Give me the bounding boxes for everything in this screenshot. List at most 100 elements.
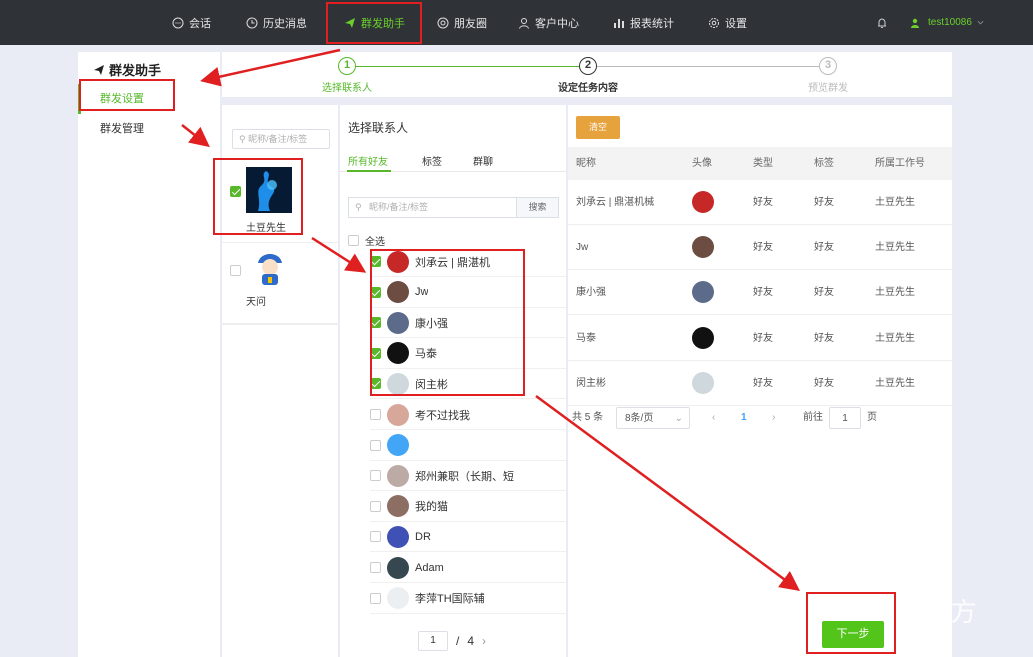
top-navigation-bar: 会话 历史消息 群发助手 朋友圈 客户中心 报表统计 设置 test10086: [0, 0, 1033, 45]
contact-avatar: [387, 495, 409, 518]
chevron-right-icon[interactable]: ›: [482, 634, 486, 648]
goto-label: 前往: [803, 412, 823, 423]
annotation-box: [370, 249, 525, 396]
cell-avatar: [692, 236, 714, 259]
cell-type: 好友: [753, 332, 773, 344]
search-icon: ⚲: [355, 202, 362, 212]
annotation-box: [326, 2, 422, 44]
contact-row[interactable]: 郑州兼职（长期、短: [370, 461, 566, 492]
contact-pagination: 1 / 4 ›: [418, 631, 486, 651]
contact-avatar: [387, 525, 409, 548]
column-owner: 所属工作号: [875, 158, 925, 169]
contact-row[interactable]: 考不过找我: [370, 400, 566, 430]
contact-checkbox[interactable]: [370, 470, 381, 482]
cell-owner: 土豆先生: [875, 242, 915, 254]
contact-name: DR: [415, 530, 431, 543]
contact-name: Adam: [415, 561, 444, 574]
chevron-left-icon[interactable]: ‹: [712, 407, 715, 429]
cell-avatar: [692, 326, 714, 349]
cell-tag: 好友: [814, 287, 834, 299]
contact-row[interactable]: [370, 431, 566, 461]
cell-tag: 好友: [814, 377, 834, 389]
nav-item-moments[interactable]: 朋友圈: [437, 0, 487, 45]
contact-avatar: [387, 403, 409, 426]
table-row: 闵主彬 好友 好友 土豆先生: [568, 361, 952, 406]
page-input[interactable]: 1: [418, 631, 448, 651]
contact-checkbox[interactable]: [370, 592, 381, 604]
nav-item-customer-center[interactable]: 客户中心: [518, 0, 579, 45]
contact-row[interactable]: 我的猫: [370, 492, 566, 522]
tab-groups[interactable]: 群聊: [473, 153, 493, 168]
tab-tags[interactable]: 标签: [422, 153, 442, 168]
contact-checkbox[interactable]: [370, 500, 381, 512]
nav-label: 设置: [725, 17, 747, 30]
contact-name: 我的猫: [415, 501, 448, 514]
tab-active-indicator: [347, 170, 391, 172]
contact-checkbox[interactable]: [370, 409, 381, 420]
step-indicator: 1 选择联系人 2 设定任务内容 3 预览群发: [222, 52, 952, 97]
cell-nickname: 马泰: [576, 332, 596, 344]
nav-label: 客户中心: [535, 17, 579, 30]
clock-icon: [246, 17, 258, 28]
user-icon: [519, 17, 529, 29]
nav-label: 历史消息: [263, 17, 307, 30]
contact-checkbox[interactable]: [370, 439, 381, 451]
step-preview: 3 预览群发: [808, 57, 848, 94]
search-button[interactable]: 搜索: [516, 197, 559, 218]
tab-all-friends[interactable]: 所有好友: [348, 153, 388, 168]
username: test10086: [928, 17, 972, 28]
selected-contacts-panel: 清空 昵称 头像 类型 标签 所属工作号 刘承云 | 鼎湛机械 好友 好友 土豆先生 J…: [568, 105, 952, 657]
select-all[interactable]: 全选: [348, 233, 385, 248]
cell-tag: 好友: [814, 197, 834, 208]
user-icon: [911, 18, 919, 28]
table-row: Jw 好友 好友 土豆先生: [568, 225, 952, 271]
contact-name: 李萍TH国际辅: [415, 593, 485, 606]
chevron-down-icon: [977, 20, 984, 25]
account-name: 天问: [246, 297, 266, 308]
select-all-checkbox[interactable]: [348, 235, 359, 246]
nav-item-settings[interactable]: 设置: [708, 0, 747, 45]
table-header: 昵称 头像 类型 标签 所属工作号: [568, 147, 952, 180]
table-row: 刘承云 | 鼎湛机械 好友 好友 土豆先生: [568, 180, 952, 225]
nav-item-history[interactable]: 历史消息: [246, 0, 307, 45]
moments-icon: [437, 17, 449, 28]
contact-row[interactable]: Adam: [370, 553, 566, 583]
nav-item-reports[interactable]: 报表统计: [613, 0, 674, 45]
cell-tag: 好友: [814, 332, 834, 344]
contact-checkbox[interactable]: [370, 562, 381, 573]
account-card[interactable]: 天问: [222, 245, 338, 325]
clear-button[interactable]: 清空: [576, 116, 620, 139]
account-checkbox[interactable]: [230, 265, 241, 276]
bar-chart-icon: [614, 18, 624, 28]
cell-avatar: [692, 371, 714, 394]
nav-item-chat[interactable]: 会话: [172, 0, 211, 45]
annotation-box: [806, 592, 896, 654]
divider: [222, 323, 338, 324]
nav-label: 报表统计: [630, 17, 674, 30]
contact-checkbox[interactable]: [370, 531, 381, 543]
sidebar-item-mass-send-management[interactable]: 群发管理: [78, 114, 220, 144]
account-search-input[interactable]: ⚲ 昵称/备注/标签: [232, 129, 330, 149]
cell-owner: 土豆先生: [875, 287, 915, 299]
contact-row[interactable]: DR: [370, 522, 566, 553]
search-icon: ⚲: [239, 134, 246, 144]
notification-bell[interactable]: [876, 0, 888, 45]
cell-owner: 土豆先生: [875, 377, 915, 389]
annotation-box: [79, 79, 175, 111]
sidebar-title: 群发助手: [93, 60, 161, 79]
annotation-box: [213, 158, 303, 235]
contact-picker-title: 选择联系人: [348, 121, 409, 135]
cell-nickname: 闵主彬: [576, 377, 606, 389]
column-tag: 标签: [814, 158, 834, 169]
step-select-contacts: 1 选择联系人: [322, 57, 372, 94]
page-number[interactable]: 1: [741, 407, 747, 429]
user-menu[interactable]: test10086: [910, 0, 985, 45]
contact-avatar: [387, 556, 409, 579]
nav-label: 会话: [189, 17, 211, 30]
goto-page-input[interactable]: 1: [829, 407, 861, 429]
contact-row[interactable]: 李萍TH国际辅: [370, 584, 566, 614]
contact-search-input[interactable]: ⚲ 昵称/备注/标签: [348, 197, 516, 218]
page-size-select[interactable]: 8条/页 ⌄: [616, 407, 690, 429]
page-suffix: 页: [867, 412, 877, 423]
chevron-right-icon[interactable]: ›: [772, 407, 775, 429]
